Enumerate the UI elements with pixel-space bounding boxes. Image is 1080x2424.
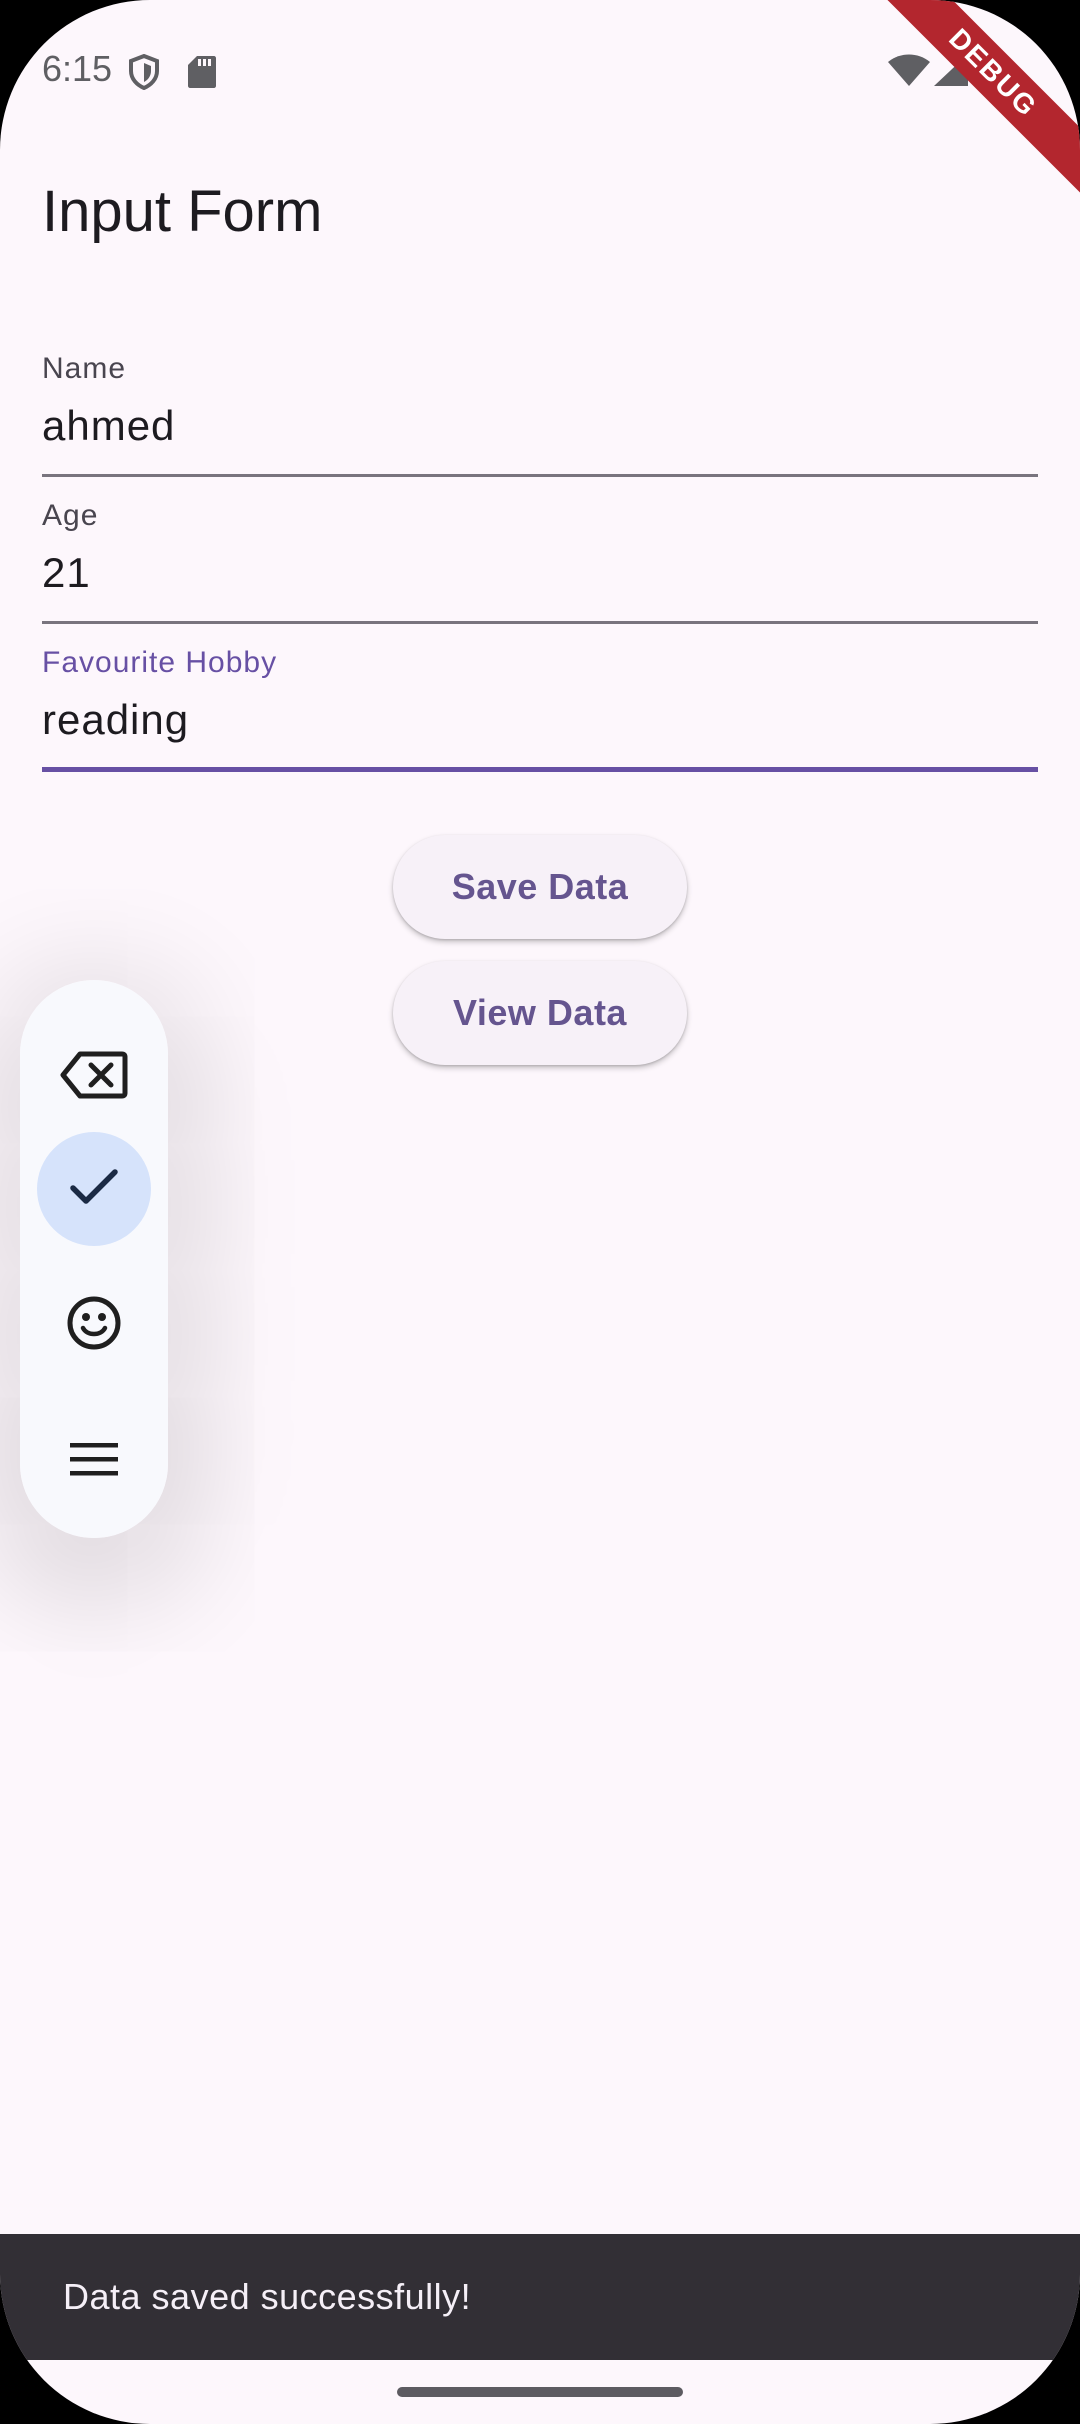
- app-screen: 6:15 DEBUG Input Form Name ahmed Age 21 …: [0, 0, 1080, 2424]
- menu-button[interactable]: [37, 1404, 151, 1518]
- snackbar-message: Data saved successfully!: [63, 2276, 472, 2317]
- wifi-icon: [888, 54, 930, 91]
- name-field-value[interactable]: ahmed: [42, 402, 175, 450]
- emoji-icon: [66, 1295, 122, 1356]
- sd-card-icon: [188, 56, 216, 93]
- age-field[interactable]: Age 21: [42, 499, 1038, 625]
- keyboard-toolbar: [20, 980, 168, 1538]
- hobby-field[interactable]: Favourite Hobby reading: [42, 646, 1038, 772]
- page-title: Input Form: [42, 179, 323, 244]
- confirm-button[interactable]: [37, 1132, 151, 1246]
- save-data-button[interactable]: Save Data: [393, 835, 687, 939]
- hobby-field-value[interactable]: reading: [42, 696, 189, 744]
- snackbar: Data saved successfully!: [0, 2234, 1080, 2360]
- hobby-field-label: Favourite Hobby: [42, 646, 278, 679]
- home-indicator[interactable]: [397, 2387, 683, 2397]
- hobby-field-underline: [42, 767, 1038, 772]
- name-field-label: Name: [42, 352, 127, 385]
- age-field-label: Age: [42, 499, 99, 532]
- shield-icon: [128, 53, 160, 95]
- checkmark-icon: [69, 1167, 119, 1212]
- backspace-icon: [60, 1050, 128, 1105]
- backspace-button[interactable]: [37, 1020, 151, 1134]
- menu-icon: [68, 1441, 120, 1482]
- age-field-underline: [42, 621, 1038, 624]
- view-data-button[interactable]: View Data: [393, 961, 687, 1065]
- name-field-underline: [42, 474, 1038, 477]
- name-field[interactable]: Name ahmed: [42, 352, 1038, 478]
- emoji-button[interactable]: [37, 1268, 151, 1382]
- status-time: 6:15: [42, 48, 113, 89]
- age-field-value[interactable]: 21: [42, 549, 91, 597]
